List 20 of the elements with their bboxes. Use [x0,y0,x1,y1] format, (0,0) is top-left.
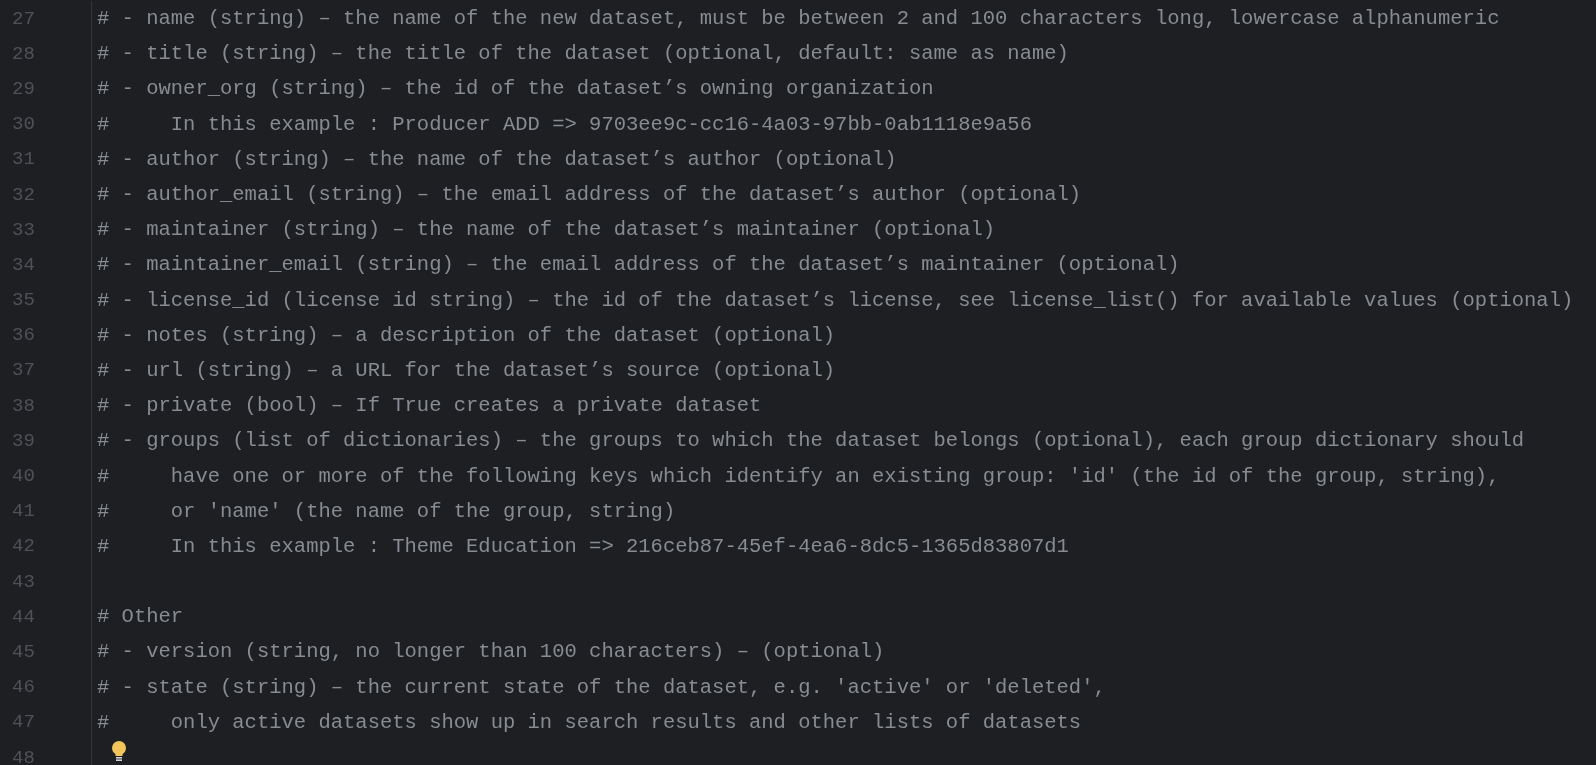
code-comment: # - license_id (license id string) – the id of the dataset’s license, see license_list() for available values (optional) [97,288,1574,312]
code-comment: # - author_email (string) – the email address of the dataset’s author (optional) [97,183,1082,207]
code-comment: # - name (string) – the name of the new dataset, must be between 2 and 100 characters long, lowercase alphanumeric [97,7,1500,31]
code-comment: # Other [97,605,184,629]
code-comment: # only active datasets show up in search results and other lists of datasets [97,710,1082,734]
code-comment: # - private (bool) – If True creates a private dataset [97,394,762,418]
code-comment: # In this example : Producer ADD => 9703ee9c-cc16-4a03-97bb-0ab1118e9a56 [97,112,1032,136]
code-comment: # - version (string, no longer than 100 characters) – (optional) [97,640,885,664]
code-comment: # - notes (string) – a description of the dataset (optional) [97,323,836,347]
code-comment: # - maintainer (string) – the name of the dataset’s maintainer (optional) [97,218,996,242]
code-comment: # In this example : Theme Education => 216ceb87-45ef-4ea6-8dc5-1365d83807d1 [97,534,1069,558]
code-comment: # - author (string) – the name of the dataset’s author (optional) [97,147,897,171]
code-comment: # - maintainer_email (string) – the email address of the dataset’s maintainer (optional) [97,253,1180,277]
code-comment: # - owner_org (string) – the id of the dataset’s owning organization [97,77,934,101]
code-comment: # have one or more of the following keys which identify an existing group: 'id' (the id of the group, string), [97,464,1500,488]
code-comment: # - title (string) – the title of the dataset (optional, default: same as name) [97,42,1069,66]
code-comment: # - url (string) – a URL for the dataset’s source (optional) [97,358,836,382]
code-comment: # or 'name' (the name of the group, string) [97,499,676,523]
code-comment: # - state (string) – the current state of the dataset, e.g. 'active' or 'deleted', [97,675,1106,699]
code-comment: # - groups (list of dictionaries) – the groups to which the dataset belongs (optional), each group dictionary should [97,429,1525,453]
